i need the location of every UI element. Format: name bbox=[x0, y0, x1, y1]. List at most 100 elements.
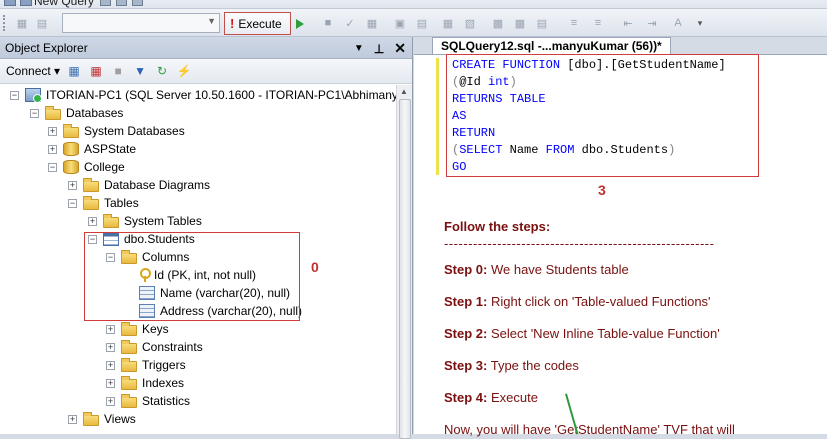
uncomment-icon[interactable]: ≡ bbox=[590, 15, 606, 31]
refresh-icon[interactable]: ↻ bbox=[154, 63, 170, 79]
document-tabstrip: SQLQuery12.sql -...manyuKumar (56))* bbox=[414, 37, 827, 54]
folder-icon bbox=[121, 357, 137, 372]
expand-icon[interactable]: + bbox=[106, 396, 115, 406]
connect-label: Connect bbox=[6, 64, 51, 78]
tree-node-label: Indexes bbox=[142, 376, 185, 390]
estimated-plan-icon[interactable]: ▦ bbox=[364, 15, 380, 31]
comment-icon[interactable]: ≡ bbox=[566, 15, 582, 31]
client-stats-icon[interactable]: ▩ bbox=[512, 15, 528, 31]
tree-node[interactable]: + Triggers bbox=[106, 356, 186, 374]
results-to-grid-icon[interactable]: ▧ bbox=[462, 15, 478, 31]
expand-icon[interactable]: + bbox=[106, 342, 115, 352]
annotation-3: 3 bbox=[598, 182, 606, 198]
activity-monitor-icon[interactable]: ⚡ bbox=[176, 63, 192, 79]
open-icon[interactable] bbox=[100, 0, 111, 6]
query-options-icon[interactable]: ▣ bbox=[392, 15, 408, 31]
execute-icon: ! bbox=[230, 16, 235, 31]
new-query-button[interactable]: New Query bbox=[34, 0, 94, 8]
tree-node[interactable]: + System Tables bbox=[88, 212, 202, 230]
menu-strip: New Query bbox=[0, 0, 827, 9]
code-token: FUNCTION bbox=[502, 58, 561, 72]
toolbar-overflow-icon[interactable]: ▾ bbox=[692, 15, 708, 31]
close-icon[interactable]: ✕ bbox=[394, 40, 406, 57]
folder-icon bbox=[63, 123, 79, 138]
folder-icon bbox=[121, 375, 137, 390]
tree-node[interactable]: − Tables bbox=[68, 194, 139, 212]
tree-node[interactable]: + Database Diagrams bbox=[68, 176, 210, 194]
filter-icon[interactable]: ▼ bbox=[132, 63, 148, 79]
results-file-icon[interactable]: ▤ bbox=[534, 15, 550, 31]
include-plan-icon[interactable]: ▩ bbox=[490, 15, 506, 31]
code-token: int bbox=[488, 75, 510, 89]
scrollbar-thumb[interactable] bbox=[399, 99, 411, 439]
parse-icon[interactable]: ✓ bbox=[342, 15, 358, 31]
decrease-indent-icon[interactable]: ⇤ bbox=[620, 15, 636, 31]
step-line: Step 1: Right click on 'Table-valued Fun… bbox=[444, 294, 711, 309]
code-line: RETURNS TABLE bbox=[452, 91, 726, 108]
tree-node[interactable]: + Views bbox=[68, 410, 136, 428]
sql-code[interactable]: CREATE FUNCTION [dbo].[GetStudentName] (@… bbox=[452, 57, 726, 176]
step-text: Execute bbox=[487, 390, 538, 405]
expand-icon[interactable]: + bbox=[106, 324, 115, 334]
disconnect-icon[interactable]: ▦ bbox=[88, 63, 104, 79]
expand-icon[interactable]: + bbox=[48, 144, 57, 154]
debug-icon[interactable] bbox=[296, 19, 304, 29]
collapse-icon[interactable]: − bbox=[30, 108, 39, 118]
execute-button[interactable]: ! Execute bbox=[224, 12, 291, 35]
tree-node[interactable]: + Indexes bbox=[106, 374, 184, 392]
increase-indent-icon[interactable]: ⇥ bbox=[644, 15, 660, 31]
connect-icon[interactable]: ▦ bbox=[14, 15, 30, 31]
tree-scrollbar[interactable]: ▲ bbox=[396, 85, 412, 439]
cancel-query-icon[interactable]: ■ bbox=[320, 15, 336, 31]
tree-node[interactable]: + System Databases bbox=[48, 122, 185, 140]
expand-icon[interactable]: + bbox=[88, 216, 97, 226]
tree-node[interactable]: − ITORIAN-PC1 (SQL Server 10.50.1600 - IT… bbox=[10, 86, 397, 104]
new-file-icon[interactable] bbox=[4, 0, 16, 6]
connect-button[interactable]: Connect ▾ bbox=[6, 64, 60, 78]
intellisense-icon[interactable]: ▤ bbox=[414, 15, 430, 31]
tab-query[interactable]: SQLQuery12.sql -...manyuKumar (56))* bbox=[432, 37, 671, 54]
tree-node[interactable]: − Databases bbox=[30, 104, 123, 122]
stop-icon[interactable]: ■ bbox=[110, 63, 126, 79]
specify-values-icon[interactable]: A bbox=[670, 15, 686, 31]
toolbar-grip[interactable] bbox=[3, 15, 6, 31]
tree-node[interactable]: + Statistics bbox=[106, 392, 190, 410]
tree-node[interactable]: − College bbox=[48, 158, 125, 176]
save-all-icon[interactable] bbox=[132, 0, 143, 6]
expand-icon[interactable]: + bbox=[68, 414, 77, 424]
code-token: [dbo].[GetStudentName] bbox=[560, 58, 726, 72]
collapse-icon[interactable]: − bbox=[10, 90, 19, 100]
collapse-icon[interactable]: − bbox=[68, 198, 77, 208]
collapse-icon[interactable]: − bbox=[48, 162, 57, 172]
scroll-up-icon[interactable]: ▲ bbox=[400, 87, 408, 96]
connect-object-icon[interactable]: ▦ bbox=[66, 63, 82, 79]
sql-editor-toolbar: ▦ ▤ ▼ ! Execute ■ ✓ ▦ ▣ ▤ ▦ ▧ ▩ ▩ ▤ ≡ ≡ … bbox=[0, 9, 827, 37]
save-icon[interactable] bbox=[116, 0, 127, 6]
step-text: Now, you will have 'GetStudentName' TVF … bbox=[444, 422, 735, 437]
tree-node[interactable]: + ASPState bbox=[48, 140, 136, 158]
step-label: Step 3: bbox=[444, 358, 488, 373]
expand-icon[interactable]: + bbox=[106, 360, 115, 370]
expand-icon[interactable]: + bbox=[68, 180, 77, 190]
steps-divider: ----------------------------------------… bbox=[444, 236, 715, 251]
code-token: SELECT bbox=[459, 143, 503, 157]
step-line: Step 2: Select 'New Inline Table-value F… bbox=[444, 326, 720, 341]
code-token: CREATE bbox=[452, 58, 496, 72]
tree-node[interactable]: + Keys bbox=[106, 320, 169, 338]
tree-node-label: Database Diagrams bbox=[104, 178, 211, 192]
change-connection-icon[interactable]: ▤ bbox=[34, 15, 50, 31]
tree-node-label: Keys bbox=[142, 322, 169, 336]
toolbar-icons-top bbox=[4, 0, 32, 6]
expand-icon[interactable]: + bbox=[106, 378, 115, 388]
expand-icon[interactable]: + bbox=[48, 126, 57, 136]
step-label: Step 2: bbox=[444, 326, 488, 341]
results-to-text-icon[interactable]: ▦ bbox=[440, 15, 456, 31]
tree-node[interactable]: + Constraints bbox=[106, 338, 203, 356]
step-line: Step 0: We have Students table bbox=[444, 262, 629, 277]
step-label: Step 4: bbox=[444, 390, 488, 405]
pin-icon[interactable]: ⊥ bbox=[374, 42, 384, 56]
window-position-icon[interactable]: ▼ bbox=[354, 43, 364, 54]
database-select[interactable]: ▼ bbox=[62, 13, 220, 33]
new-query-icon[interactable] bbox=[20, 0, 32, 6]
